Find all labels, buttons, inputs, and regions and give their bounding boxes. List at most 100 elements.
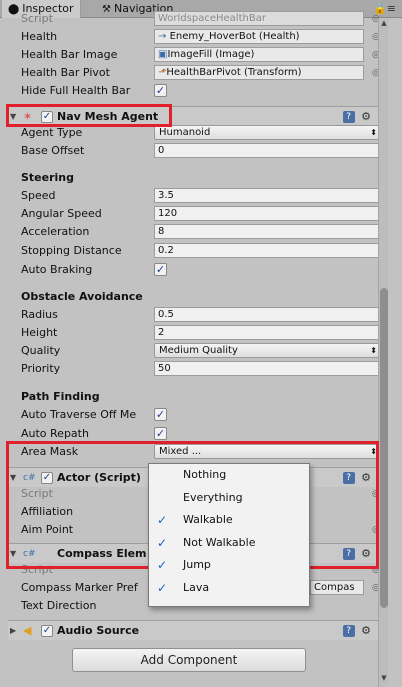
- checkmark-icon: ✓: [157, 558, 168, 572]
- radius-input[interactable]: 0.5: [154, 307, 382, 322]
- checkmark-icon: ✓: [157, 513, 168, 527]
- area-mask-dropdown[interactable]: Mixed ... ⬍: [154, 444, 382, 459]
- chevron-down-icon: ⬍: [370, 128, 377, 137]
- compass-marker-label: Compass Marker Pref: [21, 581, 138, 594]
- area-mask-option-jump[interactable]: ✓ Jump: [149, 554, 309, 577]
- help-icon[interactable]: ?: [342, 548, 355, 560]
- radius-row: Radius 0.5: [8, 306, 382, 324]
- agent-type-dropdown[interactable]: Humanoid ⬍: [154, 125, 382, 140]
- auto-traverse-row: Auto Traverse Off Me ✓: [8, 406, 378, 424]
- auto-traverse-label: Auto Traverse Off Me: [21, 408, 137, 421]
- priority-row: Priority 50: [8, 360, 382, 378]
- auto-braking-label: Auto Braking: [21, 263, 93, 276]
- settings-icon[interactable]: ⚙: [361, 471, 374, 484]
- auto-repath-row: Auto Repath ✓: [8, 425, 378, 443]
- actor-enabled-checkbox[interactable]: ✓: [41, 472, 53, 484]
- agent-type-label: Agent Type: [21, 126, 83, 139]
- auto-braking-row: Auto Braking ✓: [8, 261, 378, 279]
- help-icon[interactable]: ?: [342, 625, 355, 637]
- compass-marker-field[interactable]: Compas: [310, 580, 364, 595]
- audio-source-header[interactable]: ▶ ◀ ✓ Audio Source ? ⚙: [8, 620, 378, 640]
- script-label: Script: [21, 12, 53, 25]
- area-mask-menu: Nothing Everything ✓ Walkable ✓ Not Walk…: [148, 463, 310, 607]
- health-bar-image-field[interactable]: ▣ImageFill (Image): [154, 47, 364, 62]
- base-offset-row: Base Offset 0: [8, 142, 382, 160]
- area-mask-label: Area Mask: [21, 445, 79, 458]
- audio-source-enabled-checkbox[interactable]: ✓: [41, 625, 53, 637]
- scrollbar[interactable]: ▲ ▼: [378, 18, 388, 687]
- height-row: Height 2: [8, 324, 382, 342]
- health-row: Health → Enemy_HoverBot (Health) ◎: [8, 28, 380, 46]
- script-icon: →: [158, 31, 170, 42]
- height-input[interactable]: 2: [154, 325, 382, 340]
- base-offset-label: Base Offset: [21, 144, 85, 157]
- auto-repath-checkbox[interactable]: ✓: [154, 427, 167, 440]
- acceleration-row: Acceleration 8: [8, 223, 382, 241]
- auto-braking-checkbox[interactable]: ✓: [154, 263, 167, 276]
- quality-label: Quality: [21, 344, 61, 357]
- nav-mesh-agent-header[interactable]: ▼ ✶ ✓ Nav Mesh Agent ? ⚙: [8, 106, 378, 126]
- path-finding-heading: Path Finding: [21, 390, 100, 403]
- speed-input[interactable]: 3.5: [154, 188, 382, 203]
- health-label: Health: [21, 30, 58, 43]
- actor-script-label: Script: [21, 487, 53, 500]
- stopping-distance-label: Stopping Distance: [21, 244, 122, 257]
- angular-speed-row: Angular Speed 120: [8, 205, 382, 223]
- hide-full-health-bar-label: Hide Full Health Bar: [21, 84, 131, 97]
- scroll-up-icon[interactable]: ▲: [379, 19, 389, 27]
- quality-dropdown[interactable]: Medium Quality ⬍: [154, 343, 382, 358]
- scroll-thumb[interactable]: [380, 288, 388, 608]
- health-bar-image-label: Health Bar Image: [21, 48, 118, 61]
- quality-row: Quality Medium Quality ⬍: [8, 342, 382, 360]
- audio-source-title: Audio Source: [57, 624, 140, 637]
- add-component-button[interactable]: Add Component: [72, 648, 306, 672]
- acceleration-label: Acceleration: [21, 225, 90, 238]
- speed-row: Speed 3.5: [8, 187, 382, 205]
- priority-label: Priority: [21, 362, 61, 375]
- angular-speed-input[interactable]: 120: [154, 206, 382, 221]
- settings-icon[interactable]: ⚙: [361, 110, 374, 123]
- settings-icon[interactable]: ⚙: [361, 624, 374, 637]
- radius-label: Radius: [21, 308, 58, 321]
- angular-speed-label: Angular Speed: [21, 207, 102, 220]
- chevron-down-icon: ⬍: [370, 346, 377, 355]
- checkmark-icon: ✓: [157, 535, 168, 550]
- aim-point-label: Aim Point: [21, 523, 74, 536]
- help-icon[interactable]: ?: [342, 111, 355, 123]
- health-field[interactable]: → Enemy_HoverBot (Health): [154, 29, 364, 44]
- height-label: Height: [21, 326, 58, 339]
- health-bar-pivot-label: Health Bar Pivot: [21, 66, 110, 79]
- checkmark-icon: ✓: [157, 580, 168, 595]
- component-tools: ? ⚙: [342, 621, 374, 641]
- script-field[interactable]: WorldspaceHealthBar: [154, 11, 364, 26]
- priority-input[interactable]: 50: [154, 361, 382, 376]
- health-bar-pivot-field[interactable]: ⬏HealthBarPivot (Transform): [154, 65, 364, 80]
- area-mask-option-not-walkable[interactable]: ✓ Not Walkable: [149, 532, 309, 555]
- steering-heading: Steering: [21, 171, 75, 184]
- nav-mesh-agent-enabled-checkbox[interactable]: ✓: [41, 111, 53, 123]
- text-direction-label: Text Direction: [21, 599, 97, 609]
- chevron-down-icon: ⬍: [370, 447, 377, 456]
- health-bar-image-row: Health Bar Image ▣ImageFill (Image) ◎: [8, 46, 380, 64]
- affiliation-label: Affiliation: [21, 505, 74, 518]
- area-mask-option-walkable[interactable]: ✓ Walkable: [149, 509, 309, 532]
- auto-repath-label: Auto Repath: [21, 427, 89, 440]
- help-icon[interactable]: ?: [342, 472, 355, 484]
- scroll-down-icon[interactable]: ▼: [379, 674, 389, 682]
- area-mask-option-nothing[interactable]: Nothing: [149, 464, 309, 487]
- area-mask-option-lava[interactable]: ✓ Lava: [149, 577, 309, 600]
- hide-full-health-bar-row: Hide Full Health Bar ✓: [8, 82, 378, 100]
- stopping-distance-row: Stopping Distance 0.2: [8, 242, 382, 260]
- foldout-icon[interactable]: ▶: [10, 621, 16, 641]
- compass-script-label: Script: [21, 563, 53, 576]
- settings-icon[interactable]: ⚙: [361, 547, 374, 560]
- obstacle-avoidance-heading: Obstacle Avoidance: [21, 290, 143, 303]
- stopping-distance-input[interactable]: 0.2: [154, 243, 382, 258]
- base-offset-input[interactable]: 0: [154, 143, 382, 158]
- area-mask-option-everything[interactable]: Everything: [149, 487, 309, 510]
- speed-label: Speed: [21, 189, 56, 202]
- acceleration-input[interactable]: 8: [154, 224, 382, 239]
- auto-traverse-checkbox[interactable]: ✓: [154, 408, 167, 421]
- script-row: Script WorldspaceHealthBar ◎: [8, 10, 380, 28]
- hide-full-health-bar-checkbox[interactable]: ✓: [154, 84, 167, 97]
